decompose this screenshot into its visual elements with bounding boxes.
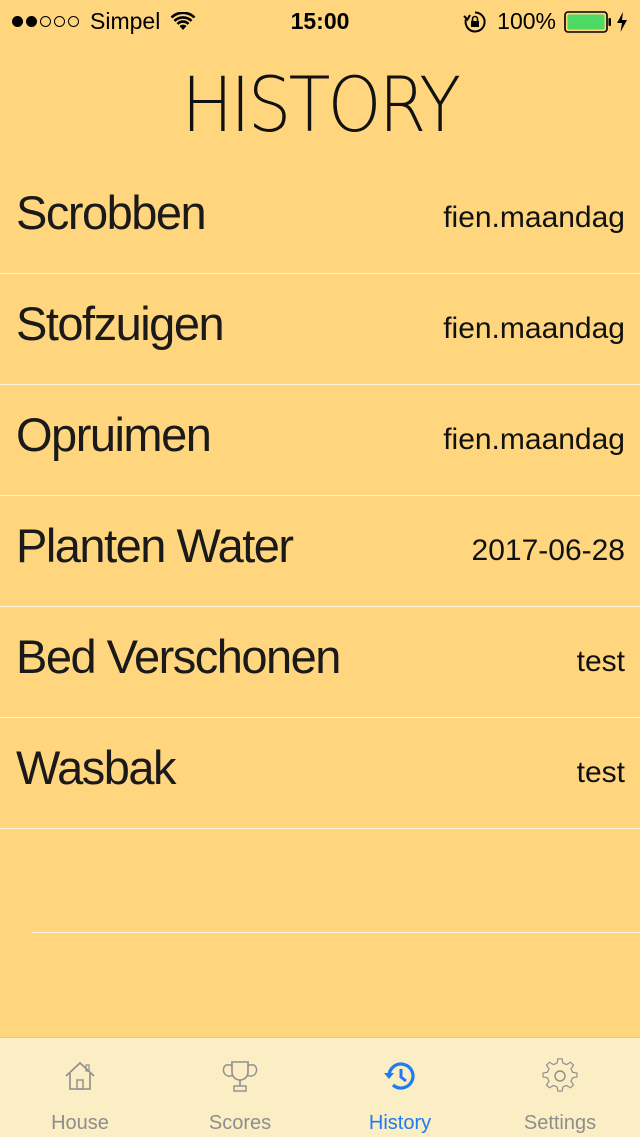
history-icon xyxy=(384,1062,415,1090)
tab-label: Settings xyxy=(523,1112,597,1134)
tab-bar: House Scores History Settings xyxy=(0,1037,640,1137)
history-task: Scrobben xyxy=(16,186,207,239)
history-row[interactable]: Scrobben fien.maandag xyxy=(0,163,640,274)
gear-icon xyxy=(542,1058,578,1092)
history-user: test xyxy=(576,645,625,678)
house-icon xyxy=(65,1061,95,1090)
history-user: fien.maandag xyxy=(443,423,625,456)
rotation-lock-icon xyxy=(463,10,486,32)
tab-history[interactable]: History xyxy=(320,1038,480,1137)
battery-percent: 100% xyxy=(497,8,556,34)
history-list: Scrobben fien.maandag Stofzuigen fien.ma… xyxy=(0,163,640,829)
trophy-icon xyxy=(222,1061,258,1092)
history-user: fien.maandag xyxy=(443,312,625,345)
history-user: test xyxy=(576,756,625,789)
tab-label: History xyxy=(368,1112,432,1134)
tab-label: Scores xyxy=(208,1112,272,1134)
history-row[interactable]: Bed Verschonen test xyxy=(0,607,640,718)
history-task: Bed Verschonen xyxy=(16,630,341,683)
charging-bolt-icon xyxy=(617,11,627,32)
history-task: Wasbak xyxy=(16,741,177,794)
history-row[interactable]: Wasbak test xyxy=(0,718,640,829)
page-title: HISTORY xyxy=(181,60,461,149)
status-right: 100% xyxy=(463,8,628,35)
history-task: Opruimen xyxy=(16,408,212,461)
tab-scores[interactable]: Scores xyxy=(160,1038,320,1137)
tab-label: House xyxy=(51,1112,109,1134)
list-separator xyxy=(32,932,640,933)
status-bar: Simpel 15:00 100% xyxy=(0,0,640,40)
history-row[interactable]: Opruimen fien.maandag xyxy=(0,385,640,496)
history-row[interactable]: Planten Water 2017-06-28 xyxy=(0,496,640,607)
history-row[interactable]: Stofzuigen fien.maandag xyxy=(0,274,640,385)
battery-icon xyxy=(564,10,611,33)
history-task: Stofzuigen xyxy=(16,297,225,350)
history-task: Planten Water xyxy=(16,519,294,572)
tab-house[interactable]: House xyxy=(0,1038,160,1137)
history-user: fien.maandag xyxy=(443,201,625,234)
tab-settings[interactable]: Settings xyxy=(480,1038,640,1137)
history-user: 2017-06-28 xyxy=(471,534,625,567)
